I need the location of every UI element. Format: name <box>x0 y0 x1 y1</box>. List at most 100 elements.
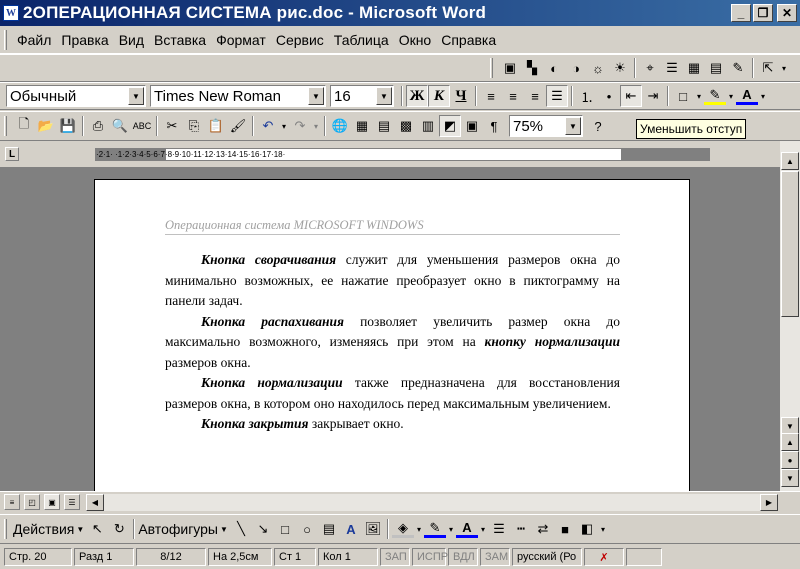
style-select[interactable]: Обычный ▼ <box>6 85 146 107</box>
less-brightness-icon[interactable]: ☀ <box>609 57 631 79</box>
save-icon[interactable]: 💾 <box>57 115 79 137</box>
line-color-icon[interactable]: ✎ <box>424 520 446 538</box>
chevron-down-icon[interactable]: ▾ <box>414 518 424 540</box>
arrow-style-icon[interactable]: ⇄ <box>532 518 554 540</box>
more-brightness-icon[interactable]: ☼ <box>587 57 609 79</box>
paragraph[interactable]: Кнопка закрытия закрывает окно. <box>165 414 620 435</box>
text-box-icon[interactable]: ▤ <box>318 518 340 540</box>
print-preview-icon[interactable]: 🔍 <box>109 115 131 137</box>
standard-toolbar-grip[interactable] <box>4 116 7 136</box>
hyperlink-icon[interactable]: 🌐 <box>329 115 351 137</box>
prev-page-button[interactable]: ▲ <box>781 433 799 451</box>
paragraph[interactable]: Кнопка распахивания позволяет увеличить … <box>165 312 620 374</box>
text-wrapping-icon[interactable]: ▦ <box>683 57 705 79</box>
decrease-indent-icon[interactable]: ⇤ <box>620 85 642 107</box>
wordart-icon[interactable]: A <box>340 518 362 540</box>
justify-icon[interactable]: ☰ <box>546 85 568 107</box>
fill-color-icon[interactable]: ◈ <box>392 520 414 538</box>
chevron-down-icon[interactable]: ▼ <box>74 518 86 540</box>
align-right-icon[interactable]: ≡ <box>524 85 546 107</box>
less-contrast-icon[interactable]: ◑ <box>565 57 587 79</box>
drawing-toolbar-grip[interactable] <box>4 519 7 539</box>
clipart-icon[interactable]: 🖼 <box>362 518 384 540</box>
oval-icon[interactable]: ○ <box>296 518 318 540</box>
font-select[interactable]: Times New Roman ▼ <box>150 85 326 107</box>
new-document-icon[interactable]: 🗋 <box>13 115 35 137</box>
tables-borders-icon[interactable]: ▦ <box>351 115 373 137</box>
tab-selector[interactable]: L <box>5 147 19 161</box>
vertical-scrollbar[interactable]: ▲ ▼ ▲ ● ▼ <box>780 141 800 491</box>
menu-view[interactable]: Вид <box>115 32 148 48</box>
chevron-down-icon[interactable]: ▾ <box>694 85 704 107</box>
open-folder-icon[interactable]: 📂 <box>35 115 57 137</box>
reset-picture-icon[interactable]: ⇱ <box>757 57 779 79</box>
chevron-down-icon[interactable]: ▼ <box>565 117 581 135</box>
web-view-icon[interactable]: ◰ <box>24 494 40 510</box>
scroll-right-button[interactable]: ▶ <box>760 494 778 511</box>
line-style-icon[interactable]: ☰ <box>488 518 510 540</box>
bullets-icon[interactable]: • <box>598 85 620 107</box>
increase-indent-icon[interactable]: ⇥ <box>642 85 664 107</box>
horizontal-scrollbar[interactable]: ◀ ▶ <box>86 494 778 511</box>
format-painter-icon[interactable]: 🖌 <box>227 115 249 137</box>
chevron-down-icon[interactable]: ▼ <box>218 518 230 540</box>
chevron-down-icon[interactable]: ▼ <box>128 87 144 105</box>
document-map-icon[interactable]: ▣ <box>461 115 483 137</box>
toolbar-options-icon[interactable]: ▾ <box>779 57 789 79</box>
close-button[interactable]: ✕ <box>777 4 797 22</box>
scroll-left-button[interactable]: ◀ <box>86 494 104 511</box>
print-icon[interactable]: ⎙ <box>87 115 109 137</box>
menu-insert[interactable]: Вставка <box>150 32 210 48</box>
chevron-down-icon[interactable]: ▾ <box>446 518 456 540</box>
chevron-down-icon[interactable]: ▾ <box>758 85 768 107</box>
status-ext[interactable]: ВДЛ <box>448 548 478 566</box>
bold-button[interactable]: Ж <box>406 85 428 107</box>
select-objects-icon[interactable]: ↖ <box>86 518 108 540</box>
paragraph[interactable]: Кнопка нормализации также предназначена … <box>165 373 620 414</box>
status-rec[interactable]: ЗАП <box>380 548 410 566</box>
menu-window[interactable]: Окно <box>395 32 436 48</box>
browse-object-button[interactable]: ● <box>781 451 799 469</box>
chevron-down-icon[interactable]: ▾ <box>726 85 736 107</box>
ruler-strip[interactable]: ·2·1· ·1·2·3·4·5·6·7·8·9·10·11·12·13·14·… <box>95 148 710 161</box>
line-style-icon[interactable]: ☰ <box>661 57 683 79</box>
crop-icon[interactable]: ⌖ <box>639 57 661 79</box>
insert-table-icon[interactable]: ▤ <box>373 115 395 137</box>
line-icon[interactable]: ╲ <box>230 518 252 540</box>
document-page[interactable]: Операционная система MICROSOFT WINDOWS К… <box>94 179 690 491</box>
menu-table[interactable]: Таблица <box>330 32 393 48</box>
outline-view-icon[interactable]: ☰ <box>64 494 80 510</box>
italic-button[interactable]: К <box>428 85 450 107</box>
print-layout-icon[interactable]: ▣ <box>44 494 60 510</box>
menu-grip[interactable] <box>4 29 7 50</box>
rectangle-icon[interactable]: □ <box>274 518 296 540</box>
status-trk[interactable]: ИСПР <box>412 548 448 566</box>
menu-format[interactable]: Формат <box>212 32 270 48</box>
normal-view-icon[interactable]: ≡ <box>4 494 20 510</box>
restore-button[interactable]: ❐ <box>753 4 773 22</box>
chevron-down-icon[interactable]: ▼ <box>376 87 392 105</box>
spelling-icon[interactable]: ABC <box>131 115 153 137</box>
underline-button[interactable]: Ч <box>450 85 472 107</box>
arrow-icon[interactable]: ↘ <box>252 518 274 540</box>
copy-icon[interactable]: ⎘ <box>183 115 205 137</box>
zoom-select[interactable]: 75% ▼ <box>509 115 583 137</box>
menu-edit[interactable]: Правка <box>57 32 112 48</box>
actions-menu[interactable]: Действия <box>13 521 74 537</box>
insert-excel-icon[interactable]: ▩ <box>395 115 417 137</box>
font-size-select[interactable]: 16 ▼ <box>330 85 394 107</box>
toolbar-options-icon[interactable]: ▾ <box>598 518 608 540</box>
more-contrast-icon[interactable]: ◐ <box>543 57 565 79</box>
insert-picture-icon[interactable]: ▣ <box>499 57 521 79</box>
picture-toolbar-grip[interactable] <box>490 58 493 78</box>
pilcrow-icon[interactable]: ¶ <box>483 115 505 137</box>
columns-icon[interactable]: ▥ <box>417 115 439 137</box>
status-language[interactable]: русский (Ро <box>512 548 582 566</box>
chevron-down-icon[interactable]: ▾ <box>311 115 321 137</box>
drawing-icon[interactable]: ◩ <box>439 115 461 137</box>
chevron-down-icon[interactable]: ▼ <box>308 87 324 105</box>
align-left-icon[interactable]: ≡ <box>480 85 502 107</box>
menu-file[interactable]: Файл <box>13 32 55 48</box>
next-page-button[interactable]: ▼ <box>781 469 799 487</box>
borders-icon[interactable]: □ <box>672 85 694 107</box>
